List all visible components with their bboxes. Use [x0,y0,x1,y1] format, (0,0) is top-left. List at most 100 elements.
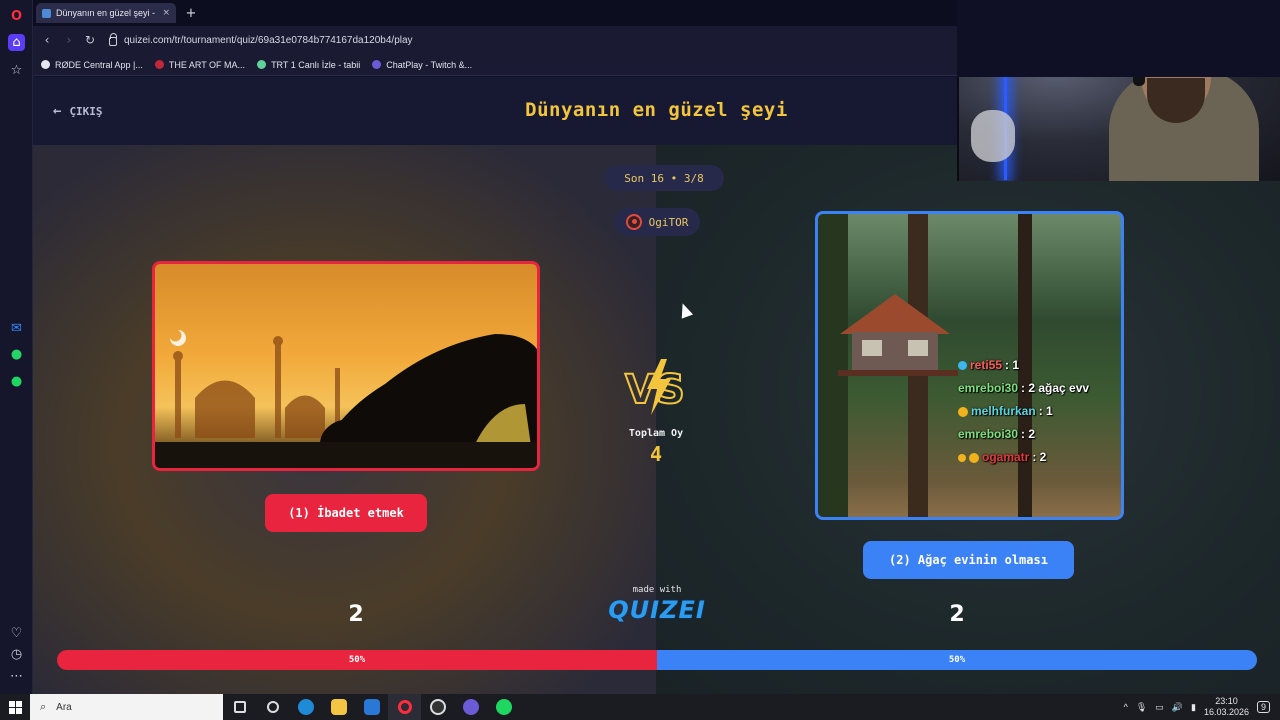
opera-logo-icon[interactable]: O [8,8,25,25]
user-badge: OgiTOR [614,208,700,236]
bookmark-item[interactable]: TRT 1 Canlı İzle - tabii [257,60,360,70]
volume-icon[interactable]: 🔊 [1172,702,1183,713]
versus-icon: VS [624,359,686,415]
browser-tab[interactable]: Dünyanın en güzel şeyi - × [36,3,176,23]
messenger-icon[interactable]: ✉ [8,320,25,337]
chevron-up-icon[interactable]: ^ [1124,702,1128,712]
made-with-label: made with [632,585,682,595]
new-tab-button[interactable]: + [183,5,199,21]
total-votes-label: Toplam Oy [628,428,684,439]
user-avatar-icon [625,214,642,230]
opera-taskbar-icon[interactable] [388,694,421,720]
chat-line: emreboi30 : 2 [958,423,1089,446]
tab-favicon-icon [42,8,51,18]
chat-message: : 1 [1005,358,1020,372]
vote-progress-bar: 50% 50% [57,650,1257,670]
start-button[interactable] [0,694,30,720]
bookmarks-bar: RØDE Central App |... THE ART OF MA... T… [33,54,957,76]
tree-left [818,214,848,517]
option-2-button[interactable]: (2) Ağaç evinin olması [863,541,1074,579]
edge-icon[interactable] [289,694,322,720]
quizei-logo[interactable]: QUIZEI [607,596,707,624]
chat-badge-icon [958,406,968,417]
windows-taskbar: ⌕ Ara ^ 🎙 ▭ 🔊 ▮ 23:10 16.03.2026 9 [0,694,1280,720]
chat-user: melhfurkan [971,404,1036,418]
bookmark-favicon-icon [154,60,164,69]
chat-line: emreboi30 : 2 ağaç evv [958,377,1089,400]
clock-date: 16.03.2026 [1203,707,1249,717]
option-1-progress: 50% [57,650,657,670]
close-tab-icon[interactable]: × [162,8,170,18]
option-1-votes: 2 [348,602,364,627]
chat-badge-icon [958,361,967,370]
task-view-icon[interactable] [223,694,256,720]
chat-line: melhfurkan : 1 [958,400,1089,423]
spotify-taskbar-icon[interactable] [487,694,520,720]
ground [155,442,537,468]
discord-icon[interactable] [454,694,487,720]
windows-logo-icon [8,700,22,714]
clock[interactable]: 23:10 16.03.2026 [1204,696,1249,718]
bookmark-favicon-icon [41,60,50,69]
bookmark-label: TRT 1 Canlı İzle - tabii [271,59,361,70]
speed-dial-icon[interactable]: ☆ [8,62,25,79]
spotify-icon[interactable]: ● [8,373,25,390]
tab-strip: Dünyanın en güzel şeyi - × + [33,0,957,26]
bookmark-item[interactable]: RØDE Central App |... [41,60,143,70]
streamer-hand [971,110,1015,162]
bookmark-label: THE ART OF MA... [168,59,246,70]
heart-icon[interactable]: ♡ [8,625,25,642]
bookmark-label: ChatPlay - Twitch &... [386,59,473,70]
option-2-image[interactable]: reti55 : 1 emreboi30 : 2 ağaç evv melhfu… [815,211,1124,520]
clock-time: 23:10 [1215,696,1238,706]
option-2-progress: 50% [657,650,1257,670]
outlook-icon[interactable] [355,694,388,720]
treehouse-roof [840,294,950,334]
home-icon[interactable]: ⌂ [8,34,25,51]
headset-icon [1133,77,1145,86]
reload-icon[interactable]: ↻ [82,32,98,48]
search-placeholder: Ara [56,701,72,713]
option-1-button[interactable]: (1) İbadet etmek [265,494,427,532]
address-bar: ‹ › ↻ quizei.com/tr/tournament/quiz/69a3… [33,26,957,54]
chat-message: : 2 [1021,427,1036,441]
screen: O ⌂ ☆ ✉ ● ● ♡ ◷ ⋯ Dünyanın en güzel şeyi… [0,0,1280,720]
url-text: quizei.com/tr/tournament/quiz/69a31e0784… [124,34,413,46]
notification-count[interactable]: 9 [1256,701,1270,713]
forward-icon[interactable]: › [61,32,77,48]
chat-message: : 1 [1038,404,1053,418]
battery-icon[interactable]: ▮ [1191,702,1196,713]
tab-title: Dünyanın en güzel şeyi - [56,8,156,18]
widgets-icon[interactable] [256,694,289,720]
chat-line: reti55 : 1 [958,354,1089,377]
option-1-image[interactable] [152,261,540,471]
bookmark-favicon-icon [257,60,267,69]
treehouse-window [908,340,928,356]
lock-icon [109,33,117,46]
back-icon[interactable]: ‹ [39,32,55,48]
chat-badge-icon [958,453,966,462]
bookmark-item[interactable]: THE ART OF MA... [154,59,246,70]
bookmark-favicon-icon [372,60,382,69]
chat-user: reti55 [970,358,1003,372]
history-icon[interactable]: ◷ [8,646,25,663]
option-2-votes: 2 [949,602,965,627]
chat-badge-icon [969,452,979,463]
system-tray: ^ 🎙 ▭ 🔊 ▮ 23:10 16.03.2026 9 [1124,694,1270,720]
quiz-page: ← ÇIKIŞ Dünyanın en güzel şeyi Son 16 • … [33,77,1280,694]
microphone-icon[interactable]: 🎙 [1136,702,1147,713]
bookmark-item[interactable]: ChatPlay - Twitch &... [372,60,472,70]
treehouse-deck [838,370,958,376]
chat-overlay: reti55 : 1 emreboi30 : 2 ağaç evv melhfu… [958,354,1089,469]
treehouse-window [862,340,882,356]
whatsapp-icon[interactable]: ● [8,346,25,363]
chat-message: : 2 ağaç evv [1021,381,1090,395]
taskbar-search[interactable]: ⌕ Ara [30,694,223,720]
obs-icon[interactable] [421,694,454,720]
more-icon[interactable]: ⋯ [8,668,25,685]
user-name: OgiTOR [648,215,689,229]
file-explorer-icon[interactable] [322,694,355,720]
chat-user: ogamatr [982,450,1030,464]
network-icon[interactable]: ▭ [1155,702,1164,713]
url-field[interactable]: quizei.com/tr/tournament/quiz/69a31e0784… [109,30,949,50]
